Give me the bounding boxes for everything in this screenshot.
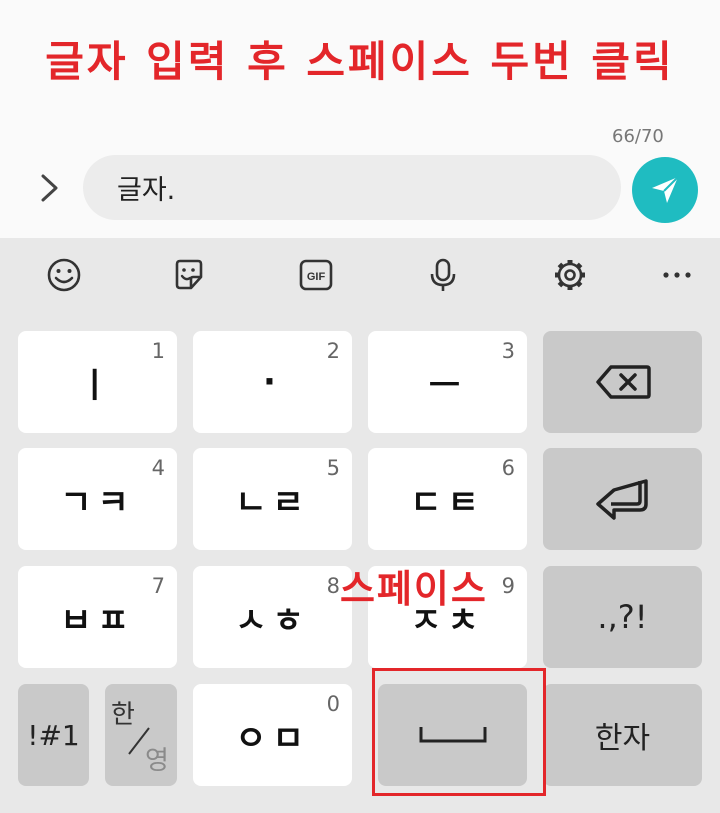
key-2[interactable]: 2 · [193, 331, 352, 433]
key-number: 2 [326, 339, 340, 363]
key-number: 5 [326, 456, 340, 480]
symbols-key[interactable]: !#1 [18, 684, 89, 786]
key-label: ㅇㅁ [235, 718, 310, 759]
key-label: · [263, 362, 282, 402]
chevron-right-icon [41, 174, 58, 202]
gif-button[interactable]: GIF [295, 254, 337, 296]
backspace-key[interactable] [543, 331, 702, 433]
sticker-button[interactable] [168, 254, 210, 296]
key-label: ㄴㄹ [235, 482, 310, 523]
key-4[interactable]: 4 ㄱㅋ [18, 448, 177, 550]
hanja-key[interactable]: 한자 [543, 684, 702, 786]
key-number: 8 [326, 574, 340, 598]
emoji-button[interactable] [43, 254, 85, 296]
voice-input-button[interactable] [422, 254, 464, 296]
language-switch-key[interactable]: 한 영 [105, 684, 177, 786]
key-label: 한자 [594, 721, 651, 756]
key-label: ㅡ [428, 365, 467, 406]
key-label: ㄱㅋ [60, 482, 135, 523]
expand-button[interactable] [30, 168, 70, 208]
send-button[interactable] [632, 157, 698, 223]
more-icon [663, 272, 691, 278]
enter-key[interactable] [543, 448, 702, 550]
message-input[interactable]: 글자. [83, 155, 621, 220]
more-options-button[interactable] [656, 254, 698, 296]
key-label: ㅅㅎ [235, 600, 310, 641]
message-input-text: 글자. [117, 175, 176, 206]
char-counter: 66/70 [612, 126, 664, 147]
key-number: 9 [501, 574, 515, 598]
space-key-highlight-box [372, 668, 546, 796]
key-label: ㅣ [78, 365, 117, 406]
key-number: 6 [501, 456, 515, 480]
key-7[interactable]: 7 ㅂㅍ [18, 566, 177, 668]
enter-icon [595, 479, 648, 520]
backspace-icon [595, 365, 651, 399]
emoji-icon [47, 258, 81, 292]
key-label: .,?! [597, 598, 648, 636]
key-number: 4 [151, 456, 165, 480]
gif-icon: GIF [299, 259, 333, 291]
settings-button[interactable] [549, 254, 591, 296]
key-label: ㄷㅌ [410, 482, 485, 523]
sticker-icon [175, 259, 203, 290]
keyboard-toolbar: GIF [0, 238, 720, 312]
key-label: ㅂㅍ [60, 600, 135, 641]
key-0[interactable]: 0 ㅇㅁ [193, 684, 352, 786]
key-8[interactable]: 8 ㅅㅎ [193, 566, 352, 668]
microphone-icon [430, 258, 456, 291]
language-english-label: 영 [145, 746, 169, 776]
key-6[interactable]: 6 ㄷㅌ [368, 448, 527, 550]
key-5[interactable]: 5 ㄴㄹ [193, 448, 352, 550]
key-label: !#1 [27, 718, 80, 752]
gif-icon-label: GIF [307, 271, 326, 283]
instruction-banner: 글자 입력 후 스페이스 두번 클릭 [45, 37, 675, 86]
key-1[interactable]: 1 ㅣ [18, 331, 177, 433]
key-number: 1 [151, 339, 165, 363]
punctuation-key[interactable]: .,?! [543, 566, 702, 668]
space-annotation-label: 스페이스 [340, 567, 488, 611]
key-number: 7 [151, 574, 165, 598]
key-3[interactable]: 3 ㅡ [368, 331, 527, 433]
key-number: 3 [501, 339, 515, 363]
send-icon [652, 176, 679, 203]
key-number: 0 [326, 692, 340, 716]
gear-icon [555, 260, 585, 290]
